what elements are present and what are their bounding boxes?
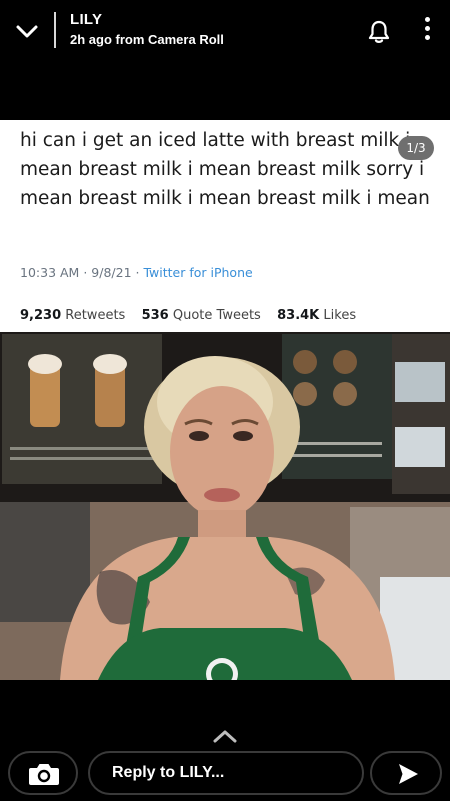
bell-icon[interactable] bbox=[366, 19, 392, 45]
tweet-source: Twitter for iPhone bbox=[143, 265, 253, 280]
header-divider bbox=[54, 12, 56, 48]
tweet-date: 9/8/21 bbox=[91, 265, 132, 280]
tweet-meta: 10:33 AM · 9/8/21 · Twitter for iPhone bbox=[20, 265, 253, 280]
tweet-card: hi can i get an iced latte with breast m… bbox=[0, 120, 450, 332]
tweet-stats: 9,230 Retweets 536 Quote Tweets 83.4K Li… bbox=[20, 308, 356, 323]
likes-count: 83.4K bbox=[277, 308, 320, 323]
story-subtitle: 2h ago from Camera Roll bbox=[70, 32, 224, 47]
story-photo bbox=[0, 332, 450, 680]
chevron-up-icon[interactable] bbox=[212, 728, 238, 744]
chevron-down-icon[interactable] bbox=[14, 18, 40, 44]
reply-input[interactable]: Reply to LILY... bbox=[88, 751, 364, 795]
camera-button[interactable] bbox=[8, 751, 78, 795]
reply-placeholder: Reply to LILY... bbox=[112, 764, 225, 781]
story-title[interactable]: LILY 2h ago from Camera Roll bbox=[70, 11, 224, 47]
tweet-text: hi can i get an iced latte with breast m… bbox=[20, 130, 430, 209]
more-vertical-icon[interactable] bbox=[418, 17, 436, 47]
retweets-label: Retweets bbox=[65, 308, 126, 323]
user-name[interactable]: LILY bbox=[70, 11, 224, 28]
send-icon bbox=[399, 764, 418, 784]
likes-label: Likes bbox=[323, 308, 357, 323]
quote-label: Quote Tweets bbox=[172, 308, 261, 323]
tweet-time: 10:33 AM bbox=[20, 265, 80, 280]
retweets-count: 9,230 bbox=[20, 308, 62, 323]
quote-count: 536 bbox=[141, 308, 169, 323]
story-pager-badge: 1/3 bbox=[398, 136, 434, 160]
story-header: LILY 2h ago from Camera Roll bbox=[0, 0, 450, 70]
send-button[interactable] bbox=[370, 751, 442, 795]
camera-icon bbox=[29, 764, 59, 785]
story-content[interactable]: hi can i get an iced latte with breast m… bbox=[0, 120, 450, 680]
